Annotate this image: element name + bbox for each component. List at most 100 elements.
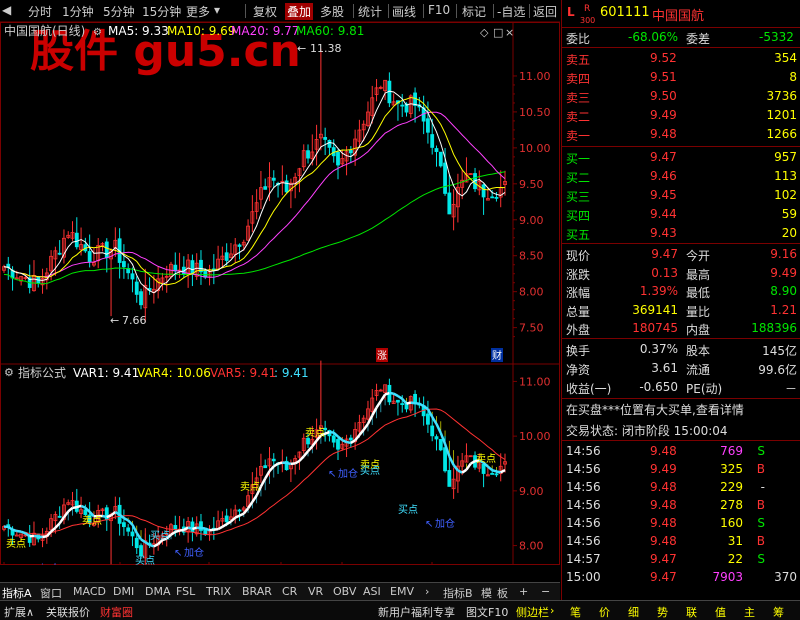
big-order-notice[interactable]: 在买盘***位置有大买单,查看详情 (562, 400, 800, 418)
tick-direction: S (757, 516, 765, 530)
bid-row[interactable]: 买三 9.45 102 (562, 187, 800, 205)
indicator-tab[interactable]: EMV (390, 585, 414, 598)
candle-body (121, 522, 126, 528)
var1-line (435, 423, 442, 434)
stat-value: 188396 (751, 321, 797, 335)
quote-tab[interactable]: 筹 (773, 604, 784, 620)
kline-chart[interactable]: 11.00 10.50 10.00 9.50 9.00 8.50 8.00 7.50 11.00… (0, 22, 560, 565)
ask-row[interactable]: 卖五 9.52 354 (562, 50, 800, 68)
tick-price: 9.48 (650, 480, 677, 494)
candle-body (139, 545, 143, 556)
tick-time: 15:00 (566, 570, 601, 584)
quote-tab[interactable]: 细 (628, 604, 639, 620)
zoom-out-icon[interactable]: − (541, 585, 550, 598)
diamond-icon[interactable]: ◇ (480, 26, 489, 39)
finance-label: 财 (492, 349, 502, 362)
indicator-tab[interactable]: DMA (145, 585, 171, 598)
related-quotes-button[interactable]: 关联报价 (46, 604, 90, 620)
candle-body (83, 509, 88, 515)
new-user-promo-link[interactable]: 新用户福利专享 (378, 604, 455, 620)
mark-button[interactable]: 标记 (462, 3, 486, 20)
wealth-circle-button[interactable]: 财富圈 (100, 604, 133, 620)
overlay-button[interactable]: 叠加 (285, 3, 314, 20)
quote-tab[interactable]: 主 (744, 604, 755, 620)
tick-direction: - (760, 480, 765, 494)
quote-tab[interactable]: 势 (657, 604, 668, 620)
price-tick: 11.00 (519, 70, 551, 83)
zoom-in-icon[interactable]: + (519, 585, 528, 598)
quote-tab[interactable]: 笔 (570, 604, 581, 620)
stat-value: 9.49 (770, 265, 797, 280)
indicator-tab[interactable]: MACD (73, 585, 106, 598)
fundamental-row: 净资 3.61 流通 99.6亿 (562, 360, 800, 378)
indicator-tab[interactable]: ASI (363, 585, 381, 598)
indicator-tab[interactable]: 模 (481, 585, 492, 601)
restore-rights-button[interactable]: 复权 (253, 3, 277, 20)
candle-body (400, 104, 405, 107)
ask-row[interactable]: 卖四 9.51 8 (562, 69, 800, 87)
var1-line (448, 455, 455, 466)
tab-intraday[interactable]: 分时 (28, 3, 52, 20)
ask-row[interactable]: 卖二 9.49 1201 (562, 107, 800, 125)
back-button[interactable]: 返回 (533, 3, 557, 20)
tab-more[interactable]: 更多 (186, 3, 210, 20)
indicator-tab-bar: 指标A 窗口 MACD DMI DMA FSL TRIX BRAR CR VR OBV ASI EMV 指… (0, 582, 560, 600)
bid-row[interactable]: 买二 9.46 113 (562, 168, 800, 186)
tab-5min[interactable]: 5分钟 (103, 3, 135, 20)
var1-line (414, 401, 420, 405)
indicator-settings-icon[interactable]: ⚙ (4, 366, 14, 379)
maximize-icon[interactable]: □ (493, 26, 503, 39)
indicator-tab[interactable]: CR (282, 585, 297, 598)
var1-line (366, 414, 374, 425)
draw-line-button[interactable]: 画线 (392, 3, 416, 20)
indicator-tab[interactable]: TRIX (206, 585, 231, 598)
f10-button[interactable]: F10 (428, 3, 450, 17)
quote-tab[interactable]: 价 (599, 604, 610, 620)
indicator-tab[interactable]: 板 (497, 585, 508, 601)
f10-graphic-button[interactable]: 图文F10 (466, 604, 508, 620)
sell-point-label: 卖点 (305, 427, 325, 439)
tab-1min[interactable]: 1分钟 (62, 3, 94, 20)
var1-line (230, 516, 237, 523)
settings-icon[interactable]: ⚙ (93, 27, 102, 38)
collapse-icon[interactable]: ◀ (2, 3, 11, 17)
sidebar-button[interactable]: 侧边栏 (516, 604, 549, 620)
indicator-tab[interactable]: VR (308, 585, 323, 598)
bid-label: 买三 (566, 190, 591, 204)
ask-row[interactable]: 卖三 9.50 3736 (562, 88, 800, 106)
stats-button[interactable]: 统计 (358, 3, 382, 20)
add-watchlist-button[interactable]: -自选 (497, 3, 525, 20)
var1-line (259, 477, 267, 488)
var1-line (277, 461, 283, 465)
fund-value: － (784, 382, 797, 396)
bid-row[interactable]: 买四 9.44 59 (562, 206, 800, 224)
more-dropdown-icon[interactable]: ▾ (214, 3, 220, 17)
bid-row[interactable]: 买五 9.43 20 (562, 225, 800, 243)
sidebar-arrow-icon[interactable]: › (550, 604, 554, 617)
indicator-tab[interactable]: DMI (113, 585, 134, 598)
tick-direction: B (756, 498, 765, 512)
expand-button[interactable]: 扩展∧ (4, 604, 34, 620)
var1-line (179, 528, 185, 532)
candle-body (14, 534, 19, 537)
multi-stock-button[interactable]: 多股 (320, 3, 344, 20)
tab-15min[interactable]: 15分钟 (142, 3, 181, 20)
stat-value: 8.90 (770, 284, 797, 298)
fund-value: -0.650 (639, 380, 678, 394)
indicator-tab[interactable]: FSL (176, 585, 195, 598)
indicator-tab[interactable]: 指标B (443, 585, 473, 601)
tab-scroll-left-icon[interactable]: › (425, 585, 429, 598)
ask-row[interactable]: 卖一 9.48 1266 (562, 126, 800, 144)
indicator-tab[interactable]: OBV (333, 585, 356, 598)
candle-body (237, 244, 242, 247)
indicator-tab[interactable]: 指标A (2, 585, 32, 601)
fundamental-row: 换手 0.37% 股本 145亿 (562, 341, 800, 359)
indicator-tab[interactable]: BRAR (242, 585, 272, 598)
quote-tab[interactable]: 值 (715, 604, 726, 620)
tick-time: 14:56 (566, 444, 601, 458)
candle-body (87, 251, 92, 262)
close-icon[interactable]: × (505, 26, 514, 39)
indicator-tab[interactable]: 窗口 (40, 585, 62, 601)
quote-tab[interactable]: 联 (686, 604, 697, 620)
bid-row[interactable]: 买一 9.47 957 (562, 149, 800, 167)
